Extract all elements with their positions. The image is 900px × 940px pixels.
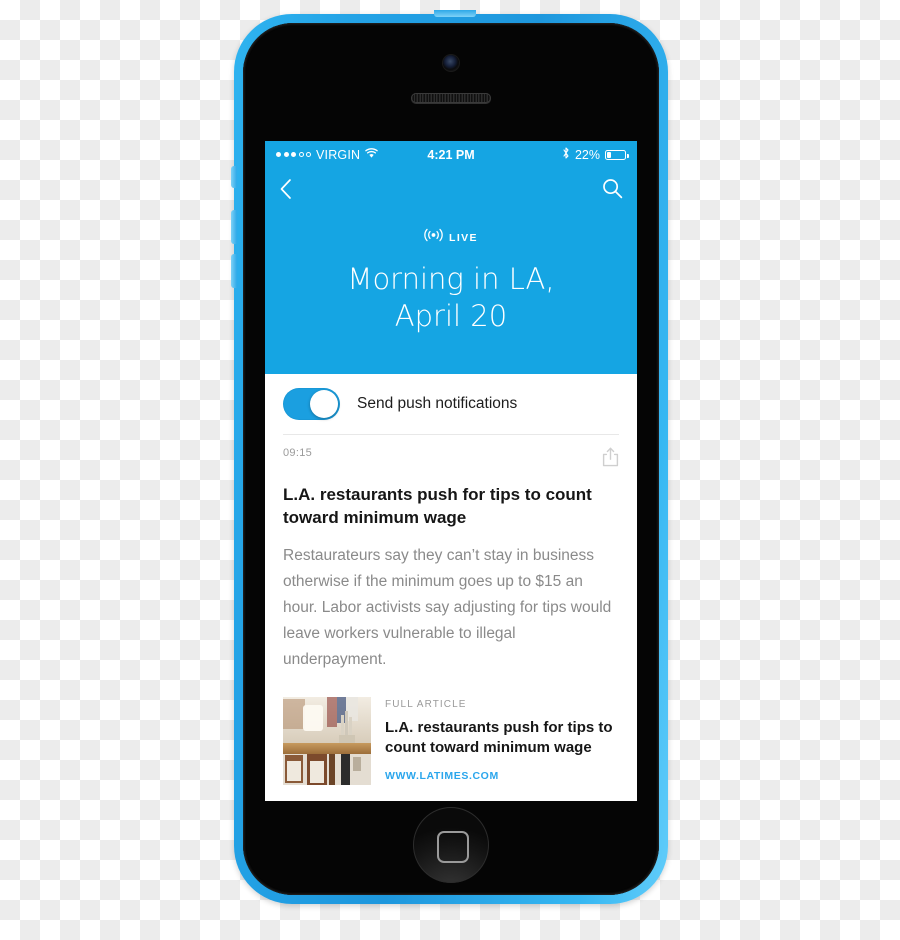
- battery-icon: [605, 149, 629, 160]
- full-article-card[interactable]: FULL ARTICLE L.A. restaurants push for t…: [265, 691, 637, 801]
- home-button[interactable]: [413, 807, 489, 883]
- signal-strength-icon: [276, 152, 311, 157]
- push-notifications-toggle[interactable]: [283, 388, 340, 421]
- article-title: L.A. restaurants push for tips to count …: [385, 719, 613, 756]
- phone-front-face: VIRGIN 4:21 PM 22% LIVE Morning in LA, A…: [243, 23, 659, 895]
- push-notifications-row[interactable]: Send push notifications: [265, 374, 637, 435]
- page-title: Morning in LA, April 20: [285, 261, 617, 334]
- article-thumbnail: [283, 697, 371, 786]
- toggle-knob: [310, 390, 338, 419]
- carrier-label: VIRGIN: [316, 147, 361, 162]
- status-bar-left: VIRGIN: [276, 148, 427, 162]
- back-button[interactable]: [279, 178, 292, 205]
- phone-screen: VIRGIN 4:21 PM 22% LIVE Morning in LA, A…: [265, 141, 637, 801]
- front-camera-icon: [443, 55, 459, 71]
- article-card-text: FULL ARTICLE L.A. restaurants push for t…: [385, 697, 619, 782]
- page-title-line-1: Morning in LA,: [347, 262, 555, 296]
- wifi-icon: [365, 147, 379, 162]
- broadcast-icon: [424, 228, 443, 247]
- post-body: Restaurateurs say they can’t stay in bus…: [283, 546, 612, 669]
- push-notifications-label: Send push notifications: [357, 395, 518, 413]
- earpiece-speaker: [411, 93, 491, 103]
- phone-device: VIRGIN 4:21 PM 22% LIVE Morning in LA, A…: [231, 10, 668, 904]
- bluetooth-icon: [562, 147, 570, 162]
- article-source-link[interactable]: WWW.LATIMES.COM: [385, 770, 619, 782]
- silent-switch[interactable]: [231, 166, 237, 188]
- volume-up-button[interactable]: [231, 210, 237, 244]
- post-timestamp: 09:15: [283, 447, 313, 460]
- post-headline: L.A. restaurants push for tips to count …: [283, 485, 592, 527]
- search-icon[interactable]: [602, 178, 623, 204]
- battery-percent-label: 22%: [574, 147, 600, 162]
- page-title-line-2: April 20: [394, 298, 508, 333]
- status-bar-clock: 4:21 PM: [427, 147, 475, 162]
- app-nav-bar: [265, 168, 637, 214]
- home-button-square-icon: [437, 831, 469, 863]
- article-kicker: FULL ARTICLE: [385, 699, 467, 711]
- live-badge: LIVE: [285, 228, 617, 247]
- share-icon[interactable]: [602, 447, 619, 472]
- volume-down-button[interactable]: [231, 254, 237, 288]
- battery-fill: [607, 151, 611, 158]
- live-label: LIVE: [449, 231, 478, 244]
- post-meta: 09:15: [265, 435, 637, 472]
- hero-header: LIVE Morning in LA, April 20: [265, 214, 637, 375]
- status-bar: VIRGIN 4:21 PM 22%: [265, 141, 637, 168]
- status-bar-right: 22%: [475, 147, 629, 162]
- power-button[interactable]: [434, 10, 476, 17]
